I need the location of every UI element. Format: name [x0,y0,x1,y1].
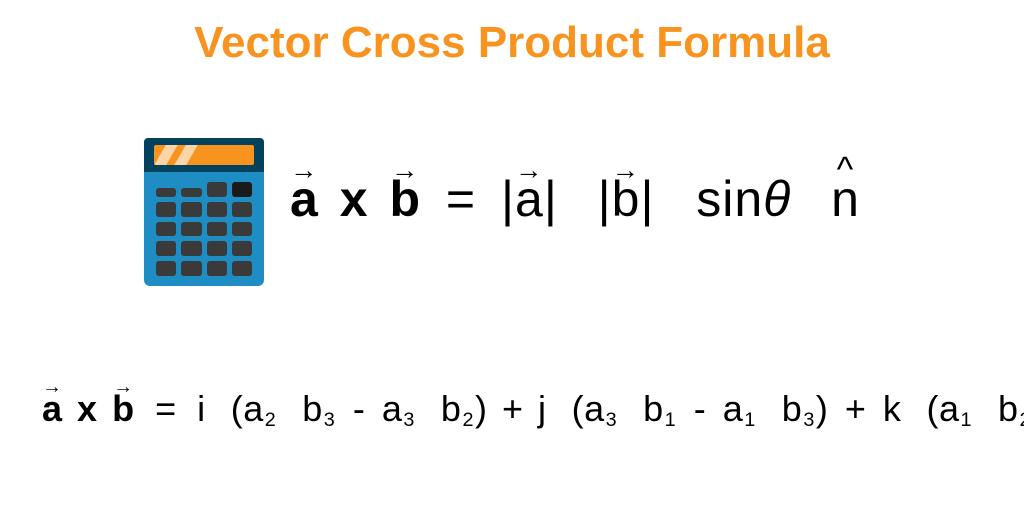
abs-open: | [501,171,515,227]
page-title: Vector Cross Product Formula [0,18,1024,68]
rparen: ) [816,388,829,429]
var-b: b [441,388,462,429]
vector-b: → b [112,388,135,430]
calculator-icon [144,138,264,286]
hat-icon: ^ [831,152,860,187]
var-a: a [243,388,264,429]
unit-j: j [538,388,547,429]
var-a: a [723,388,744,429]
lparen: ( [572,388,585,429]
minus: - [347,388,372,429]
var-a: a [939,388,960,429]
sub: 1 [664,409,678,431]
page: Vector Cross Product Formula → a x → b [0,0,1024,526]
formula-components: → a x → b = i (a2 b3 - a3 b2) + j (a3 b1… [42,388,1024,432]
arrow-icon: → [290,156,319,184]
formula-magnitude: → a x → b = |→a| |→b| sinθ ^ n [290,170,860,228]
cross-op: x [73,388,102,429]
var-b: b [643,388,664,429]
sub: 3 [802,409,816,431]
sub: 2 [1019,409,1024,431]
abs-open: | [598,171,612,227]
arrow-icon: → [515,156,544,184]
arrow-icon: → [42,378,63,398]
sub: 3 [323,409,337,431]
abs-close: | [640,171,654,227]
unit-n: ^ n [831,170,860,228]
sub: 2 [264,409,278,431]
vector-a: → a [42,388,63,430]
plus: + [839,388,873,429]
sub: 2 [461,409,475,431]
rparen: ) [475,388,488,429]
vector-b: →b [612,170,641,228]
var-b: b [782,388,803,429]
plus: + [498,388,528,429]
var-b: b [302,388,323,429]
sub: 3 [605,409,619,431]
var-a: a [382,388,403,429]
vector-a: →a [515,170,544,228]
arrow-icon: → [112,378,135,398]
equals: = [145,388,187,429]
cross-op: x [334,171,375,227]
var-b: b [998,388,1019,429]
sub: 1 [743,409,757,431]
sub: 3 [402,409,416,431]
arrow-icon: → [389,156,421,184]
vector-b: → b [389,170,421,228]
abs-close: | [544,171,558,227]
lparen: ( [926,388,939,429]
arrow-icon: → [612,156,641,184]
sin-label: sin [696,171,763,227]
lparen: ( [231,388,244,429]
unit-k: k [883,388,902,429]
minus: - [688,388,713,429]
unit-i: i [197,388,206,429]
var-a: a [584,388,605,429]
vector-a: → a [290,170,319,228]
sub: 1 [959,409,973,431]
theta: θ [763,171,791,227]
equals: = [436,171,486,227]
